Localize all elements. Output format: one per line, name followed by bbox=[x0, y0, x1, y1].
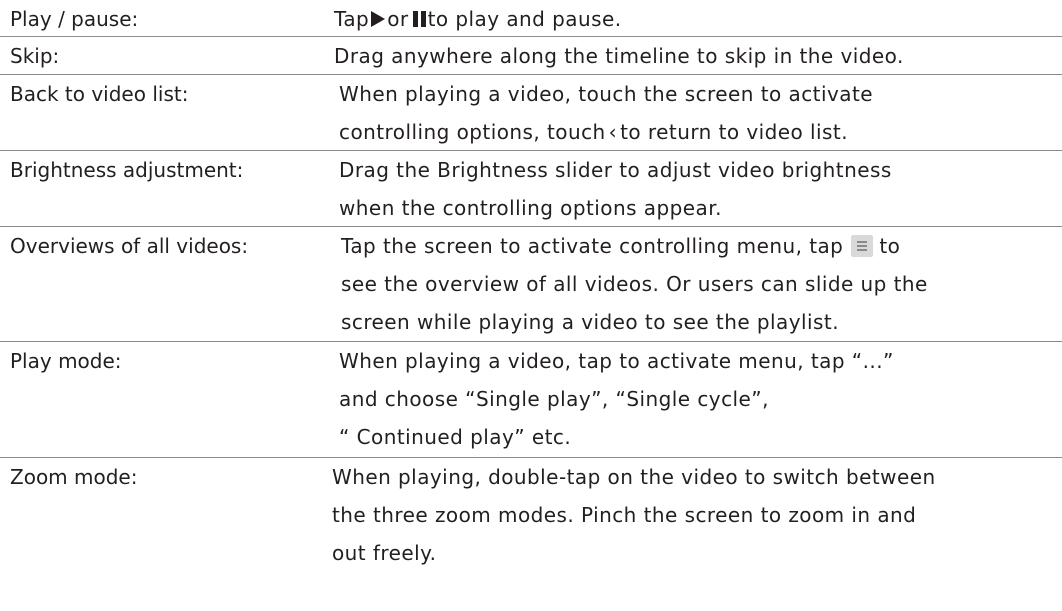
row-label: Zoom mode: bbox=[10, 465, 138, 489]
row-description: When playing a video, tap to activate me… bbox=[339, 349, 894, 449]
row-label: Play / pause: bbox=[10, 7, 139, 31]
row-label: Play mode: bbox=[10, 349, 122, 373]
row-description: Tap the screen to activate controlling m… bbox=[341, 234, 928, 334]
chevron-left-icon: ‹ bbox=[608, 120, 618, 144]
row-zoom-mode: Zoom mode: When playing, double-tap on t… bbox=[0, 458, 1062, 611]
row-brightness: Brightness adjustment: Drag the Brightne… bbox=[0, 151, 1062, 227]
row-skip: Skip: Drag anywhere along the timeline t… bbox=[0, 37, 1062, 75]
row-back-to-list: Back to video list: When playing a video… bbox=[0, 75, 1062, 151]
row-description: When playing, double-tap on the video to… bbox=[332, 465, 936, 565]
list-menu-icon bbox=[851, 235, 874, 257]
play-icon bbox=[371, 11, 386, 27]
row-description: Drag the Brightness slider to adjust vid… bbox=[339, 158, 892, 220]
row-label: Back to video list: bbox=[10, 82, 189, 106]
row-description: When playing a video, touch the screen t… bbox=[339, 75, 873, 151]
row-overviews: Overviews of all videos: Tap the screen … bbox=[0, 227, 1062, 342]
row-description: Drag anywhere along the timeline to skip… bbox=[334, 44, 904, 68]
video-controls-table: Play / pause: Tap or to play and pause. Sk… bbox=[0, 0, 1062, 611]
row-description: Tap or to play and pause. bbox=[334, 7, 622, 31]
pause-icon bbox=[412, 11, 426, 27]
row-play-pause: Play / pause: Tap or to play and pause. bbox=[0, 0, 1062, 37]
row-label: Overviews of all videos: bbox=[10, 234, 249, 258]
row-play-mode: Play mode: When playing a video, tap to … bbox=[0, 342, 1062, 458]
row-label: Brightness adjustment: bbox=[10, 158, 244, 182]
row-label: Skip: bbox=[10, 44, 60, 68]
